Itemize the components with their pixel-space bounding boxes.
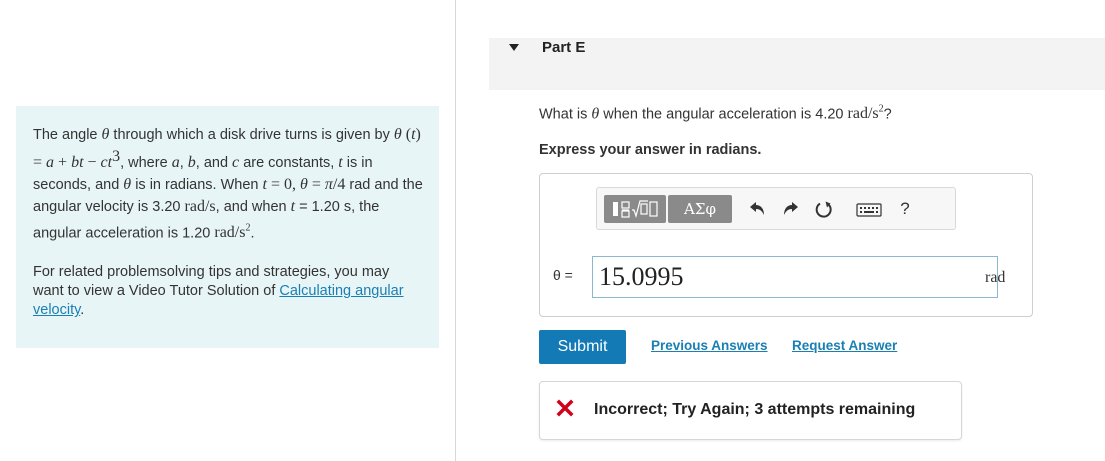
undo-icon xyxy=(750,202,764,215)
x-icon xyxy=(556,399,574,417)
greek-symbols-button[interactable]: ΑΣφ xyxy=(668,195,732,223)
reset-icon xyxy=(815,201,832,218)
keyboard-icon xyxy=(856,203,882,217)
tips-text: For related problemsolving tips and stra… xyxy=(33,264,404,319)
submit-button[interactable]: Submit xyxy=(539,330,626,364)
answer-unit: rad xyxy=(985,269,1006,286)
templates-button[interactable] xyxy=(604,195,666,223)
math-toolbar: ΑΣφ ? xyxy=(596,187,956,230)
help-button[interactable]: ? xyxy=(893,196,917,222)
previous-answers-link[interactable]: Previous Answers xyxy=(651,338,768,353)
keyboard-button[interactable] xyxy=(854,198,884,222)
feedback-text: Incorrect; Try Again; 3 attempts remaini… xyxy=(594,401,916,418)
redo-button[interactable] xyxy=(779,197,803,221)
question-text: What is θ when the angular acceleration … xyxy=(539,104,892,123)
answer-instructions: Express your answer in radians. xyxy=(539,142,762,158)
problem-statement: The angle θ through which a disk drive t… xyxy=(33,126,423,242)
answer-input[interactable]: 15.0995 xyxy=(592,256,998,298)
collapse-triangle-icon[interactable] xyxy=(509,44,519,51)
answer-box: ΑΣφ ? θ = 15.0995 rad xyxy=(539,173,1033,317)
undo-button[interactable] xyxy=(745,197,769,221)
problem-panel: The angle θ through which a disk drive t… xyxy=(16,106,439,348)
request-answer-link[interactable]: Request Answer xyxy=(792,338,897,353)
feedback-box: Incorrect; Try Again; 3 attempts remaini… xyxy=(539,381,962,440)
redo-icon xyxy=(784,202,798,215)
reset-button[interactable] xyxy=(811,197,837,223)
part-title: Part E xyxy=(542,39,586,56)
answer-variable-label: θ = xyxy=(553,267,573,283)
column-divider xyxy=(455,0,456,461)
templates-icon xyxy=(613,200,658,219)
part-header[interactable]: Part E xyxy=(489,38,1105,90)
